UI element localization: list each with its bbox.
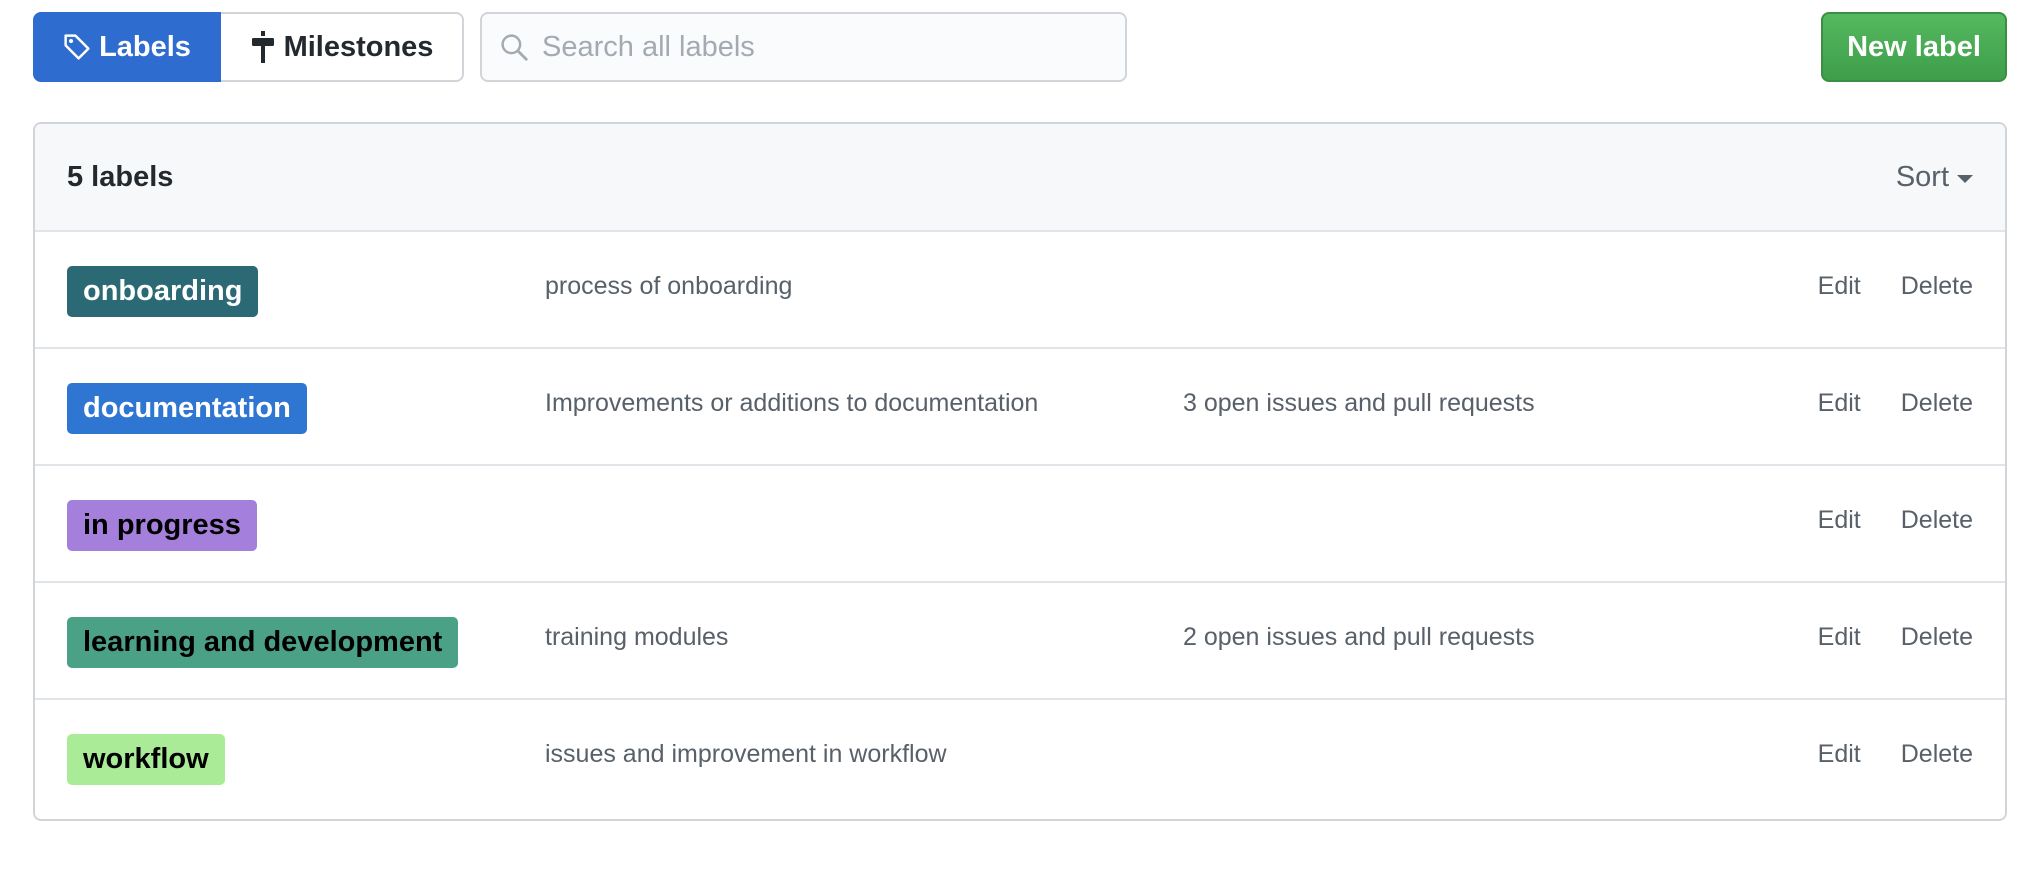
label-issues-link[interactable]: 3 open issues and pull requests [1183, 389, 1535, 418]
sort-label: Sort [1895, 160, 1949, 193]
label-description: Improvements or additions to documentati… [545, 389, 1039, 417]
milestone-signpost-icon [251, 31, 274, 63]
search-input[interactable] [542, 30, 1102, 64]
label-pill[interactable]: in progress [67, 500, 257, 551]
new-label-button[interactable]: New label [1821, 12, 2007, 82]
labels-toolbar: Labels Milestones New label [33, 12, 2007, 82]
edit-label-button[interactable]: Edit [1818, 740, 1861, 769]
label-search-box[interactable] [480, 12, 1127, 82]
label-pill[interactable]: onboarding [67, 266, 259, 317]
edit-label-button[interactable]: Edit [1818, 623, 1861, 652]
tab-labels[interactable]: Labels [33, 12, 221, 82]
label-actions: Edit Delete [1818, 272, 1973, 301]
label-pill[interactable]: documentation [67, 383, 307, 434]
labels-milestones-switcher: Labels Milestones [33, 12, 464, 82]
delete-label-button[interactable]: Delete [1901, 272, 1973, 301]
edit-label-button[interactable]: Edit [1818, 272, 1861, 301]
edit-label-button[interactable]: Edit [1818, 506, 1861, 535]
tab-milestones[interactable]: Milestones [221, 12, 464, 82]
edit-label-button[interactable]: Edit [1818, 389, 1861, 418]
sort-dropdown[interactable]: Sort [1896, 161, 1973, 194]
delete-label-button[interactable]: Delete [1901, 623, 1973, 652]
label-row: in progress Edit Delete [35, 466, 2005, 583]
label-actions: Edit Delete [1818, 389, 1973, 418]
labels-list-header: 5 labels Sort [35, 124, 2005, 232]
label-pill[interactable]: learning and development [67, 617, 459, 668]
label-row: workflow issues and improvement in workf… [35, 700, 2005, 817]
tab-labels-text: Labels [99, 30, 191, 63]
label-row: onboarding process of onboarding Edit De… [35, 232, 2005, 349]
label-row: documentation Improvements or additions … [35, 349, 2005, 466]
delete-label-button[interactable]: Delete [1901, 389, 1973, 418]
tab-milestones-text: Milestones [283, 30, 434, 63]
label-actions: Edit Delete [1818, 506, 1973, 535]
label-description: process of onboarding [545, 272, 793, 300]
delete-label-button[interactable]: Delete [1901, 740, 1973, 769]
label-description: issues and improvement in workflow [545, 740, 947, 768]
search-icon [501, 34, 528, 61]
label-actions: Edit Delete [1818, 623, 1973, 652]
caret-down-icon [1957, 175, 1973, 183]
label-row: learning and development training module… [35, 583, 2005, 700]
label-pill[interactable]: workflow [67, 734, 225, 785]
delete-label-button[interactable]: Delete [1901, 506, 1973, 535]
labels-list: 5 labels Sort onboarding process of onbo… [33, 122, 2007, 821]
label-issues-link[interactable]: 2 open issues and pull requests [1183, 623, 1535, 652]
label-actions: Edit Delete [1818, 740, 1973, 769]
labels-count: 5 labels [67, 160, 174, 193]
label-description: training modules [545, 623, 729, 651]
tag-icon [64, 34, 90, 60]
